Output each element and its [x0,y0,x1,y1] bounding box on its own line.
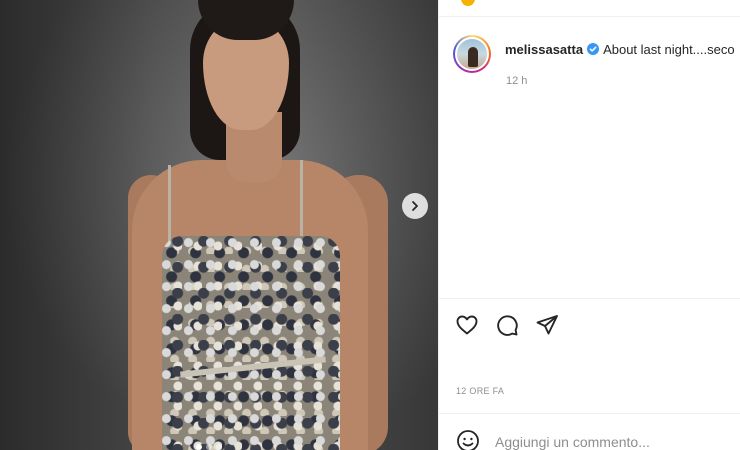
caption-timestamp[interactable]: 12 h [506,75,527,87]
username-link[interactable]: melissasatta [505,42,583,57]
chevron-right-icon [412,201,418,211]
carousel-dot [206,444,212,450]
post-timestamp[interactable]: 12 ORE FA [456,386,504,396]
paper-plane-icon[interactable] [535,313,559,337]
photo-sequin-dress [162,236,340,450]
avatar[interactable] [453,35,491,73]
comment-bar [439,413,740,450]
heart-icon[interactable] [455,313,479,337]
caption-text: melissasatta About last night....seco [505,42,740,58]
carousel-dot [216,444,222,450]
caption-body: About last night....seco [603,42,735,57]
action-buttons [455,313,559,337]
post-side-panel: melissasatta About last night....seco 12… [438,0,740,450]
comment-input[interactable] [495,432,725,450]
post-media [0,0,438,450]
avatar-image [455,37,489,71]
verified-badge-icon [587,43,600,55]
header-avatar-stub [461,0,475,6]
comment-bubble-icon[interactable] [495,313,519,337]
photo-dress-strap [300,160,303,240]
panel-header [439,0,740,17]
carousel-dots [196,444,222,450]
smiley-icon[interactable] [456,429,480,450]
photo-dress-strap [168,165,171,243]
actions-section [439,298,740,358]
carousel-dot [196,444,202,450]
next-slide-button[interactable] [402,193,428,219]
